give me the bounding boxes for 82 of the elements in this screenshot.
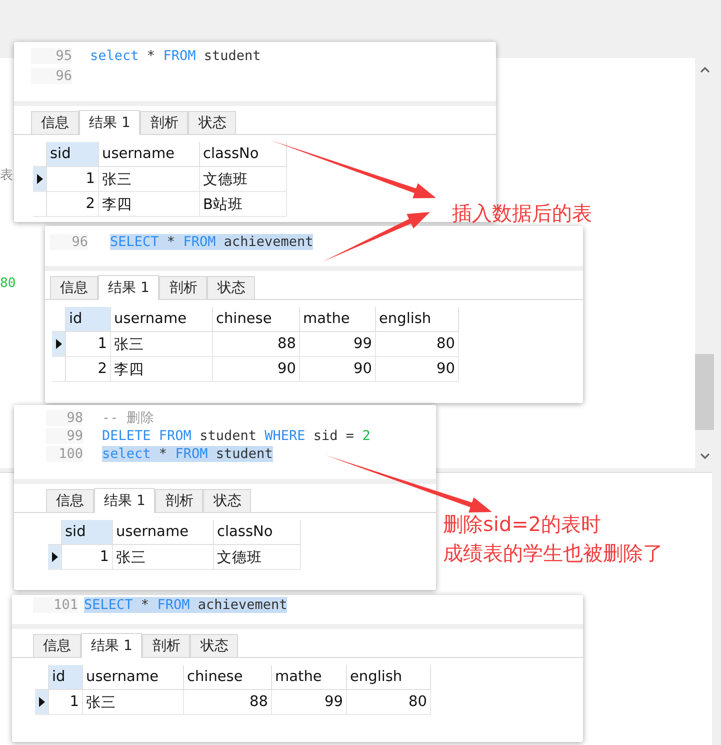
column-header[interactable]: mathe [300, 307, 376, 332]
table-cell: 80 [376, 332, 459, 357]
result-tab[interactable]: 信息 [50, 276, 98, 299]
table-cell: 张三 [111, 332, 213, 357]
result-tab[interactable]: 结果 1 [98, 275, 160, 300]
line-number: 99 [46, 428, 83, 444]
result-tab[interactable]: 结果 1 [94, 488, 156, 513]
column-header[interactable]: username [83, 665, 184, 690]
table-cell: 李四 [111, 357, 213, 382]
table-cell: 90 [376, 357, 459, 382]
table-cell: 1 [66, 332, 111, 357]
table-cell: 张三 [99, 167, 200, 192]
row-indicator[interactable] [48, 545, 62, 570]
column-header[interactable]: id [66, 307, 111, 332]
table-cell: 90 [213, 357, 300, 382]
result-tab[interactable]: 状态 [190, 634, 238, 657]
row-pointer-icon [38, 697, 44, 707]
table-cell: 1 [49, 690, 83, 715]
column-header[interactable]: username [113, 520, 214, 545]
table-cell: 80 [347, 690, 431, 715]
result-tab[interactable]: 信息 [33, 634, 81, 657]
table-cell: 2 [47, 192, 99, 217]
result-tab[interactable]: 剖析 [159, 276, 208, 299]
row-pointer-icon [52, 552, 58, 562]
code-line: select * FROM student [90, 48, 261, 64]
table-cell: 99 [272, 690, 347, 715]
table-cell: 1 [62, 545, 113, 570]
column-header[interactable]: username [99, 142, 200, 167]
code-fragment: 表 [0, 167, 13, 184]
code-line: -- 删除 [102, 409, 154, 427]
annotation-text: 成绩表的学生也被删除了 [443, 540, 663, 567]
table-cell: 88 [184, 690, 272, 715]
table-cell: 1 [47, 167, 99, 192]
result-tab[interactable]: 状态 [207, 276, 256, 299]
column-header[interactable]: classNo [214, 520, 301, 545]
table-cell: 2 [66, 357, 111, 382]
code-fragment: 80 [0, 276, 16, 291]
table-cell: 90 [300, 357, 376, 382]
table-cell: 88 [213, 332, 300, 357]
column-header[interactable]: sid [47, 142, 99, 167]
column-header[interactable]: chinese [213, 307, 300, 332]
row-indicator[interactable] [35, 690, 49, 715]
scroll-down-icon[interactable] [700, 453, 710, 460]
result-tab[interactable]: 结果 1 [79, 110, 140, 135]
scroll-up-icon[interactable] [700, 66, 710, 73]
line-number: 96 [50, 234, 88, 250]
result-tab[interactable]: 剖析 [142, 634, 190, 657]
line-number: 100 [46, 446, 83, 462]
line-number: 101 [33, 597, 78, 613]
table-cell: 张三 [83, 690, 184, 715]
result-tab[interactable]: 状态 [188, 111, 236, 134]
column-header[interactable]: english [347, 665, 431, 690]
column-header[interactable]: id [49, 665, 83, 690]
result-tab[interactable]: 剖析 [155, 489, 204, 512]
result-tab[interactable]: 结果 1 [81, 633, 142, 658]
row-indicator[interactable] [52, 332, 66, 357]
result-tab[interactable]: 剖析 [140, 111, 188, 134]
result-tab[interactable]: 信息 [46, 489, 94, 512]
column-header[interactable]: classNo [200, 142, 287, 167]
row-pointer-icon [36, 174, 42, 184]
result-tab[interactable]: 状态 [203, 489, 252, 512]
table-cell: 99 [300, 332, 376, 357]
row-indicator[interactable] [33, 167, 47, 192]
code-line: DELETE FROM student WHERE sid = 2 [102, 428, 370, 444]
scroll-thumb[interactable] [695, 354, 714, 430]
table-cell: 李四 [99, 192, 200, 217]
line-number: 96 [31, 68, 72, 84]
column-header[interactable]: mathe [272, 665, 347, 690]
column-header[interactable]: username [111, 307, 213, 332]
column-header[interactable]: english [376, 307, 459, 332]
table-cell: 文德班 [214, 545, 301, 570]
result-tab[interactable]: 信息 [31, 111, 79, 134]
line-number: 98 [46, 410, 83, 426]
row-pointer-icon [56, 339, 62, 349]
annotation-text: 插入数据后的表 [452, 200, 592, 227]
line-number: 95 [31, 48, 72, 64]
column-header[interactable]: chinese [184, 665, 272, 690]
table-cell: B站班 [200, 192, 287, 217]
column-header[interactable]: sid [62, 520, 113, 545]
annotation-text: 删除sid=2的表时 [443, 511, 602, 538]
table-cell: 文德班 [200, 167, 287, 192]
table-cell: 张三 [113, 545, 214, 570]
